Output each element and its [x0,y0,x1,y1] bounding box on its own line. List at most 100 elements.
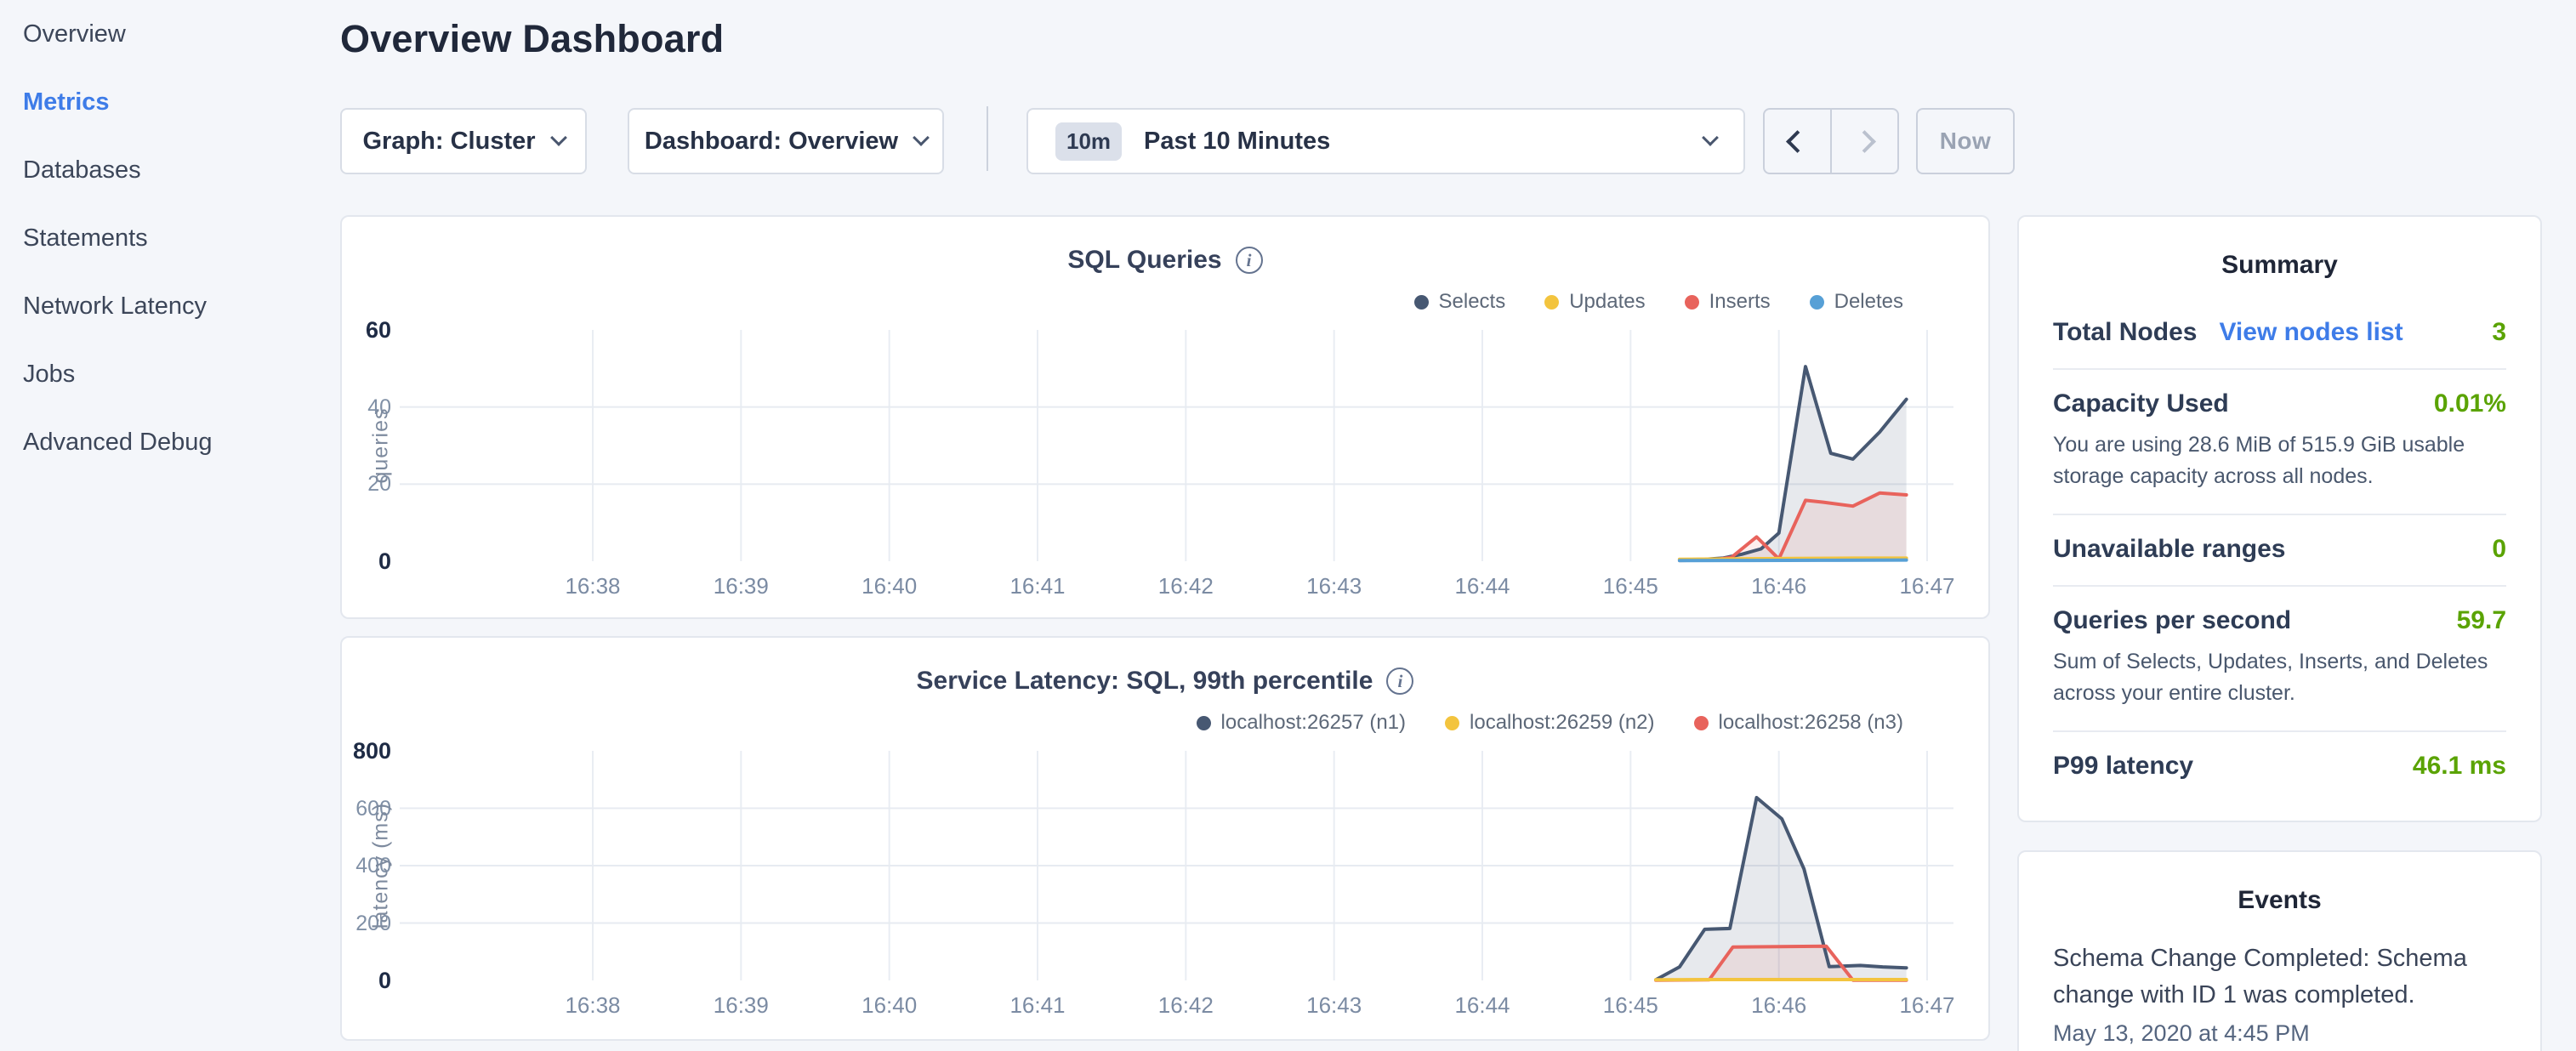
time-range-selector[interactable]: 10m Past 10 Minutes [1026,108,1745,174]
x-axis-tick: 16:39 [681,992,800,1019]
summary-row-top: Unavailable ranges 0 [2053,535,2506,564]
x-axis-tick: 16:41 [978,992,1097,1019]
info-icon[interactable]: i [1386,668,1413,695]
legend-dot-icon [1694,716,1709,730]
x-axis-tick: 16:40 [830,992,949,1019]
legend-label: localhost:26257 (n1) [1221,711,1406,735]
summary-value: 46.1 ms [2413,752,2506,781]
next-time-button[interactable] [1832,110,1897,173]
legend-item: localhost:26259 (n2) [1445,711,1654,735]
y-axis-tick: 0 [342,967,391,994]
legend-item: Inserts [1685,290,1771,314]
chevron-down-icon [550,129,567,146]
sidebar-item-advanced-debug[interactable]: Advanced Debug [0,408,340,476]
summary-value: 0 [2492,535,2506,564]
sidebar-item-jobs[interactable]: Jobs [0,340,340,408]
summary-caption: Sum of Selects, Updates, Inserts, and De… [2053,646,2506,709]
chart-plot [400,330,1953,561]
page-title: Overview Dashboard [340,17,724,61]
summary-value: 0.01% [2434,389,2506,418]
legend-item: localhost:26257 (n1) [1197,711,1406,735]
summary-label: P99 latency [2053,752,2193,781]
summary-label: Unavailable ranges [2053,535,2285,564]
legend-dot-icon [1544,295,1559,310]
page-root: OverviewMetricsDatabasesStatementsNetwor… [0,0,2576,1051]
view-nodes-list-link[interactable]: View nodes list [2219,318,2403,347]
sidebar-item-statements[interactable]: Statements [0,204,340,272]
summary-rows: Total Nodes View nodes list 3 Capacity Used… [2053,298,2506,802]
legend-dot-icon [1685,295,1699,310]
chart-title: SQL Queries [1067,246,1221,275]
event-message: Schema Change Completed: Schema change w… [2053,940,2506,1014]
x-axis-tick: 16:44 [1423,573,1542,599]
now-button[interactable]: Now [1916,108,2015,174]
summary-label: Capacity Used [2053,389,2229,418]
summary-row-left: Unavailable ranges [2053,535,2285,564]
legend-item: Updates [1544,290,1645,314]
x-axis-tick: 16:38 [533,573,652,599]
sidebar-item-overview[interactable]: Overview [0,0,340,68]
x-axis-tick: 16:42 [1126,573,1245,599]
time-window-label: Past 10 Minutes [1144,128,1330,156]
chart-title-row: SQL Queries i [342,246,1988,275]
y-axis-label: queries [369,408,394,484]
chart-title: Service Latency: SQL, 99th percentile [917,667,1373,696]
legend-label: Updates [1569,290,1645,314]
x-axis-tick: 16:38 [533,992,652,1019]
series-line [1680,560,1907,561]
sidebar-item-network-latency[interactable]: Network Latency [0,272,340,340]
chevron-right-icon [1853,130,1876,153]
x-axis-tick: 16:47 [1868,992,1987,1019]
sql-queries-chart-card: SQL Queries i Selects Updates Inserts Deletes… [340,215,1990,619]
x-axis-tick: 16:45 [1571,992,1690,1019]
x-axis-tick: 16:44 [1423,992,1542,1019]
prev-time-button[interactable] [1765,110,1832,173]
summary-row-top: P99 latency 46.1 ms [2053,752,2506,781]
legend-label: Selects [1439,290,1506,314]
graph-dropdown[interactable]: Graph: Cluster [340,108,587,174]
chevron-left-icon [1786,130,1809,153]
y-axis-tick: 0 [342,548,391,575]
summary-label: Total Nodes [2053,318,2197,347]
summary-row: Unavailable ranges 0 [2053,515,2506,587]
x-axis-tick: 16:39 [681,573,800,599]
legend-label: localhost:26258 (n3) [1719,711,1903,735]
sidebar-item-metrics[interactable]: Metrics [0,68,340,136]
x-axis-tick: 16:45 [1571,573,1690,599]
chevron-down-icon [913,129,930,146]
legend-label: Deletes [1834,290,1903,314]
chart-plot [400,751,1953,980]
event-item[interactable]: Schema Change Completed: Schema change w… [2053,940,2506,1047]
y-axis-tick: 800 [342,737,391,764]
y-axis-tick: 60 [342,316,391,344]
event-timestamp: May 13, 2020 at 4:45 PM [2053,1020,2506,1047]
legend-item: Selects [1414,290,1506,314]
legend-dot-icon [1445,716,1459,730]
service-latency-chart-card: Service Latency: SQL, 99th percentile i lo… [340,636,1990,1041]
summary-row: Total Nodes View nodes list 3 [2053,298,2506,370]
summary-value: 3 [2492,318,2506,347]
summary-row-left: Capacity Used [2053,389,2229,418]
chart-title-row: Service Latency: SQL, 99th percentile i [342,667,1988,696]
summary-row-top: Total Nodes View nodes list 3 [2053,318,2506,347]
summary-row-left: Queries per second [2053,606,2291,635]
summary-row-top: Queries per second 59.7 [2053,606,2506,635]
dashboard-dropdown[interactable]: Dashboard: Overview [628,108,944,174]
x-axis-tick: 16:41 [978,573,1097,599]
x-axis-tick: 16:46 [1720,573,1839,599]
events-title: Events [2053,852,2506,915]
summary-value: 59.7 [2457,606,2506,635]
summary-row-top: Capacity Used 0.01% [2053,389,2506,418]
summary-row-left: P99 latency [2053,752,2193,781]
chevron-down-icon [1702,129,1719,146]
time-window-badge: 10m [1055,122,1122,161]
legend-dot-icon [1810,295,1824,310]
graph-dropdown-label: Graph: Cluster [362,128,535,156]
x-axis-tick: 16:46 [1720,992,1839,1019]
info-icon[interactable]: i [1236,247,1263,274]
y-axis-label: latency (ms) [369,803,394,929]
events-panel: Events Schema Change Completed: Schema c… [2017,850,2542,1051]
summary-title: Summary [2053,217,2506,280]
sidebar-item-databases[interactable]: Databases [0,136,340,204]
toolbar-divider [987,106,988,171]
